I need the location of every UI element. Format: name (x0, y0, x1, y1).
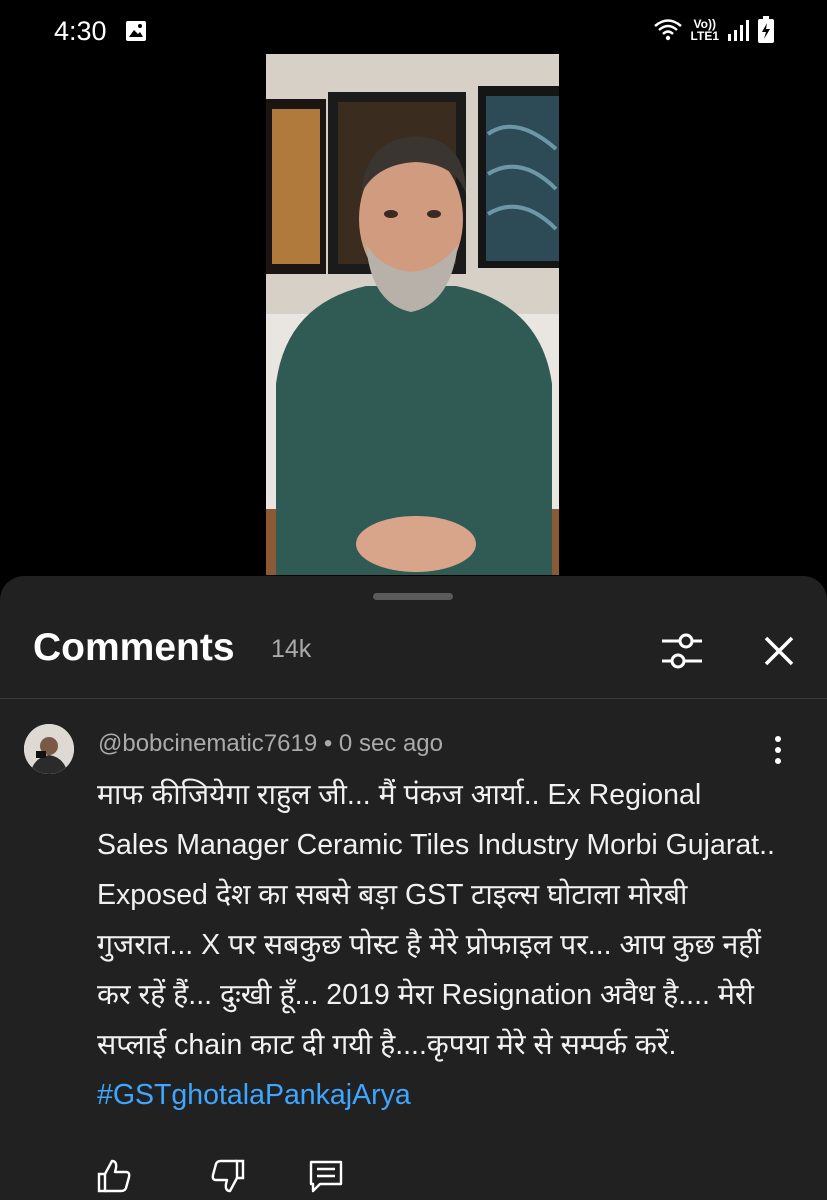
drag-handle[interactable] (373, 593, 453, 600)
battery-charging-icon (758, 16, 774, 43)
filter-icon[interactable] (656, 628, 708, 674)
comment-text: माफ कीजियेगा राहुल जी... मैं पंकज आर्या.… (97, 770, 777, 1120)
close-icon[interactable] (756, 628, 802, 674)
avatar-image (24, 724, 74, 774)
video-player[interactable] (266, 54, 559, 575)
divider (0, 698, 827, 699)
meta-separator: • (323, 730, 333, 757)
thumbs-down-icon[interactable] (208, 1156, 248, 1196)
comment-body: माफ कीजियेगा राहुल जी... मैं पंकज आर्या.… (97, 779, 775, 1061)
reply-icon[interactable] (306, 1156, 346, 1196)
thumbs-up-icon[interactable] (94, 1156, 134, 1196)
hashtag-link[interactable]: #GSTghotalaPankajArya (97, 1079, 411, 1111)
comment-meta: @bobcinematic7619 • 0 sec ago (98, 730, 443, 758)
comment-time: 0 sec ago (338, 730, 443, 757)
comments-sheet: Comments 14k @bobcinematic7619 • 0 sec a… (0, 576, 827, 1200)
lte-label: LTE1 (690, 29, 719, 43)
comments-title: Comments (33, 626, 235, 669)
comment-actions (0, 1156, 827, 1196)
comment-author[interactable]: @bobcinematic7619 (98, 730, 317, 757)
signal-icon (728, 20, 749, 41)
avatar[interactable] (24, 724, 74, 774)
status-bar: 4:30 Vo)) LTE1 (0, 0, 827, 60)
wifi-icon (653, 19, 682, 41)
status-time: 4:30 (54, 16, 107, 46)
comments-count: 14k (271, 635, 312, 663)
system-icons: Vo)) LTE1 (653, 16, 775, 44)
person-video-thumbnail (266, 54, 559, 575)
more-vertical-icon[interactable] (768, 732, 788, 768)
gallery-icon (126, 21, 146, 41)
network-type: Vo)) LTE1 (691, 18, 719, 42)
